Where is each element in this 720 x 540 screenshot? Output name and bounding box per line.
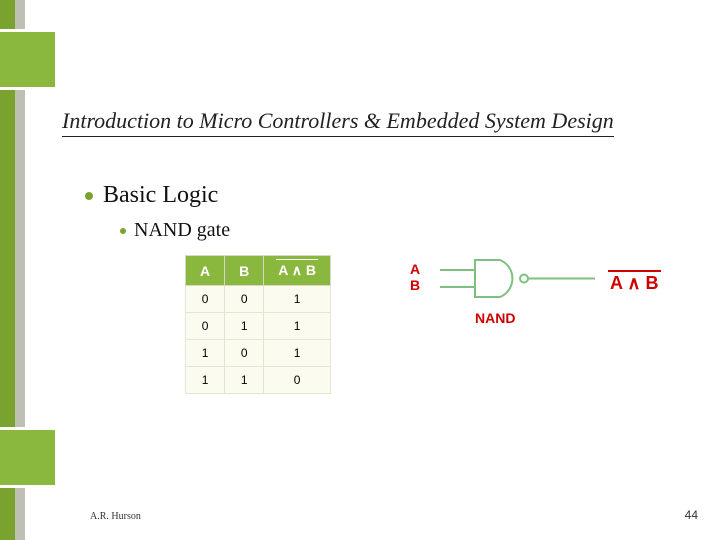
overline: A ∧ B xyxy=(610,273,659,294)
cell: 1 xyxy=(225,367,264,394)
truth-table: A B A ∧ B 0 0 1 0 1 1 1 0 1 1 xyxy=(185,255,331,394)
gate-name-label: NAND xyxy=(475,310,515,326)
cell: 0 xyxy=(225,286,264,313)
col-b-header: B xyxy=(225,256,264,286)
accent-square-bottom xyxy=(0,430,55,485)
table-row: 0 1 1 xyxy=(186,313,331,340)
bullet-l1-text: Basic Logic xyxy=(103,182,218,208)
bullet-dot-icon xyxy=(120,228,126,234)
cell: 1 xyxy=(186,367,225,394)
gate-input-a-label: A xyxy=(410,261,420,277)
table-row: 1 0 1 xyxy=(186,340,331,367)
cell: 0 xyxy=(186,286,225,313)
overline: A ∧ B xyxy=(278,262,316,279)
bullet-level-1: Basic Logic xyxy=(85,182,218,209)
cell: 0 xyxy=(186,313,225,340)
table-header-row: A B A ∧ B xyxy=(186,256,331,286)
bullet-dot-icon xyxy=(85,192,93,200)
cell: 1 xyxy=(186,340,225,367)
bullet-l2-text: NAND gate xyxy=(134,219,230,241)
slide: Introduction to Micro Controllers & Embe… xyxy=(0,0,720,540)
cell: 0 xyxy=(225,340,264,367)
col-a-header: A xyxy=(186,256,225,286)
cell: 0 xyxy=(264,367,331,394)
cell: 1 xyxy=(264,340,331,367)
gate-input-b-label: B xyxy=(410,277,420,293)
gate-output-label: A ∧ B xyxy=(610,273,659,294)
cell: 1 xyxy=(264,286,331,313)
table-row: 0 0 1 xyxy=(186,286,331,313)
bullet-level-2: NAND gate xyxy=(120,219,230,242)
author-footer: A.R. Hurson xyxy=(90,511,141,522)
page-number: 44 xyxy=(685,508,698,522)
cell: 1 xyxy=(225,313,264,340)
nand-gate-icon xyxy=(440,257,600,312)
col-out-header: A ∧ B xyxy=(264,256,331,286)
table-row: 1 1 0 xyxy=(186,367,331,394)
nand-gate-diagram: A B NAND A ∧ B xyxy=(410,255,710,335)
accent-square-top xyxy=(0,32,55,87)
page-title: Introduction to Micro Controllers & Embe… xyxy=(62,108,614,137)
cell: 1 xyxy=(264,313,331,340)
